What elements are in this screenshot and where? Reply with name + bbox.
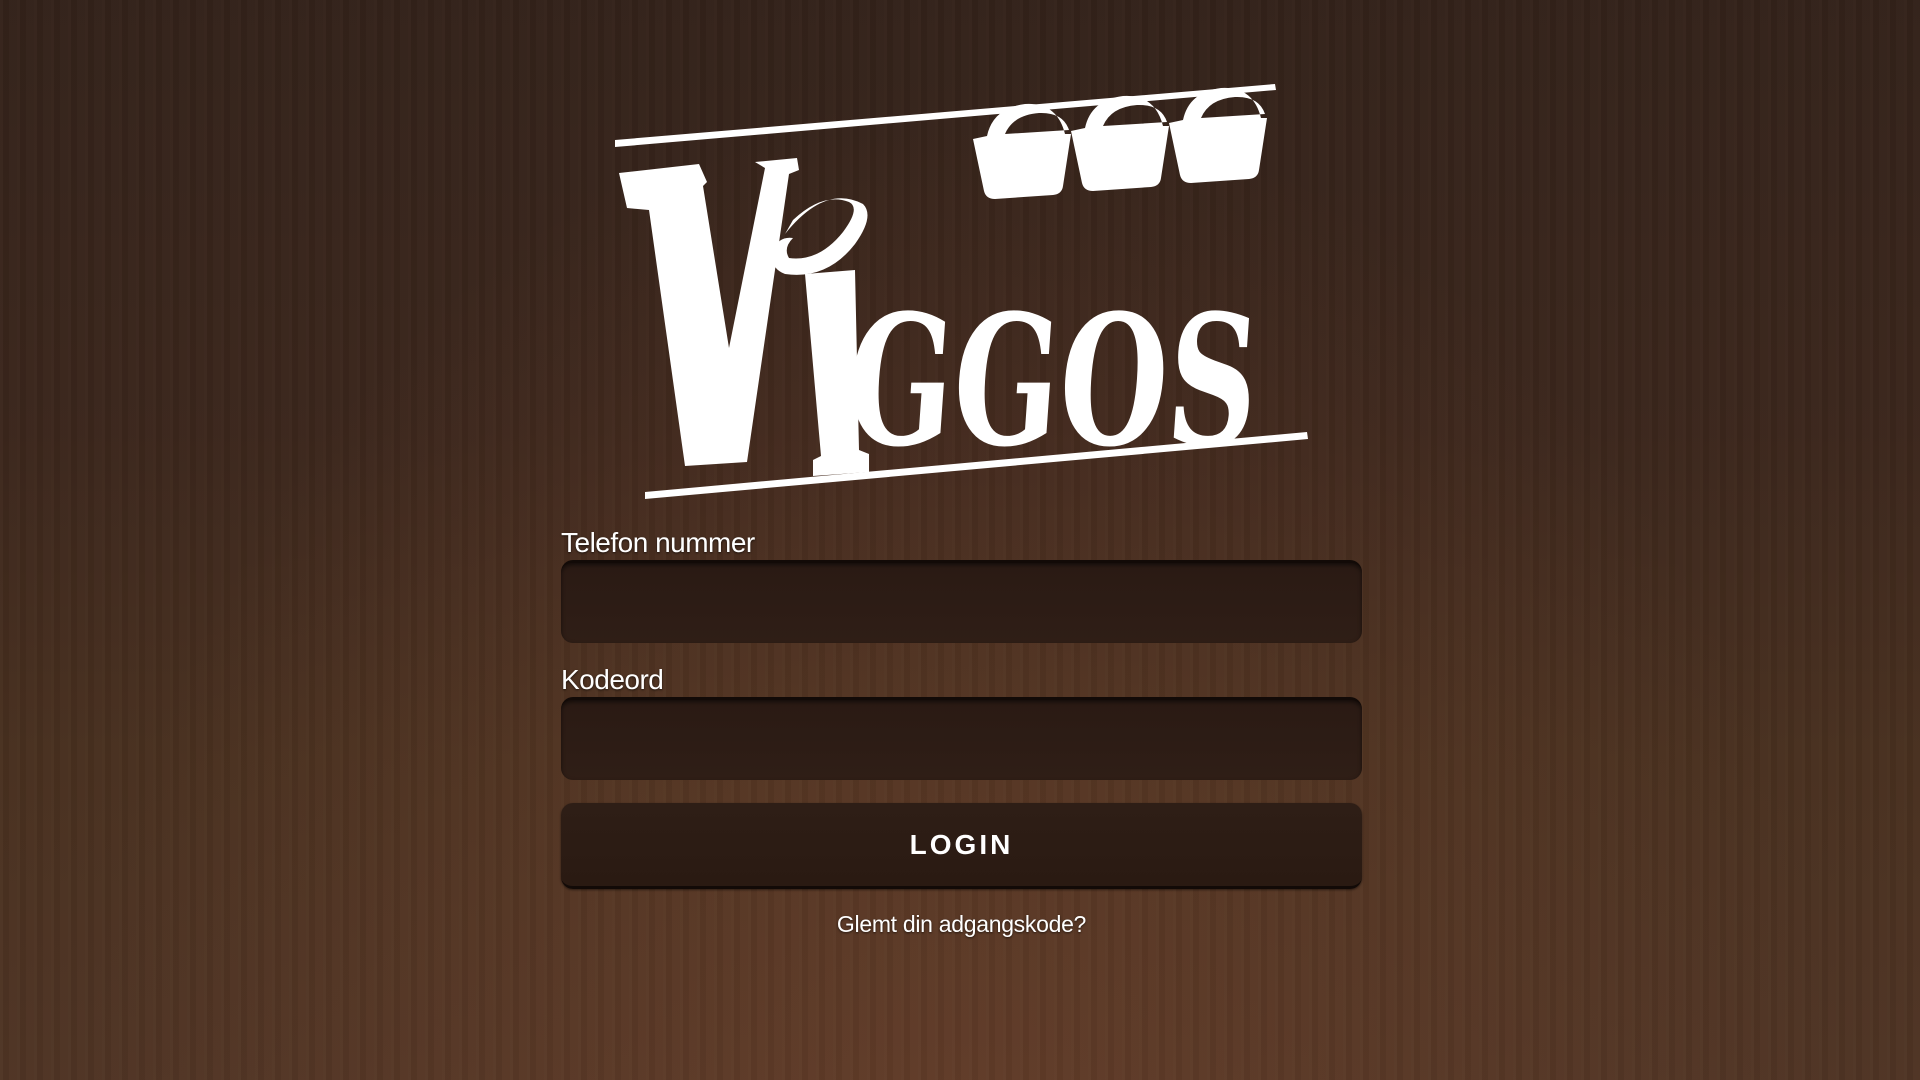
forgot-password-link[interactable]: Glemt din adgangskode?: [561, 911, 1362, 938]
login-button[interactable]: LOGIN: [561, 803, 1362, 889]
phone-label: Telefon nummer: [561, 527, 755, 558]
svg-text:GGOS: GGOS: [840, 275, 1265, 487]
beer-mug-icon: [1169, 87, 1267, 183]
phone-input[interactable]: [561, 560, 1362, 643]
viggos-logo: GGOS: [607, 78, 1319, 506]
beer-mug-icon: [973, 103, 1071, 199]
password-label: Kodeord: [561, 664, 664, 695]
password-input[interactable]: [561, 697, 1362, 780]
beer-mug-icon: [1071, 95, 1169, 191]
login-form: Telefon nummer Kodeord LOGIN Glemt din a…: [561, 526, 1362, 938]
